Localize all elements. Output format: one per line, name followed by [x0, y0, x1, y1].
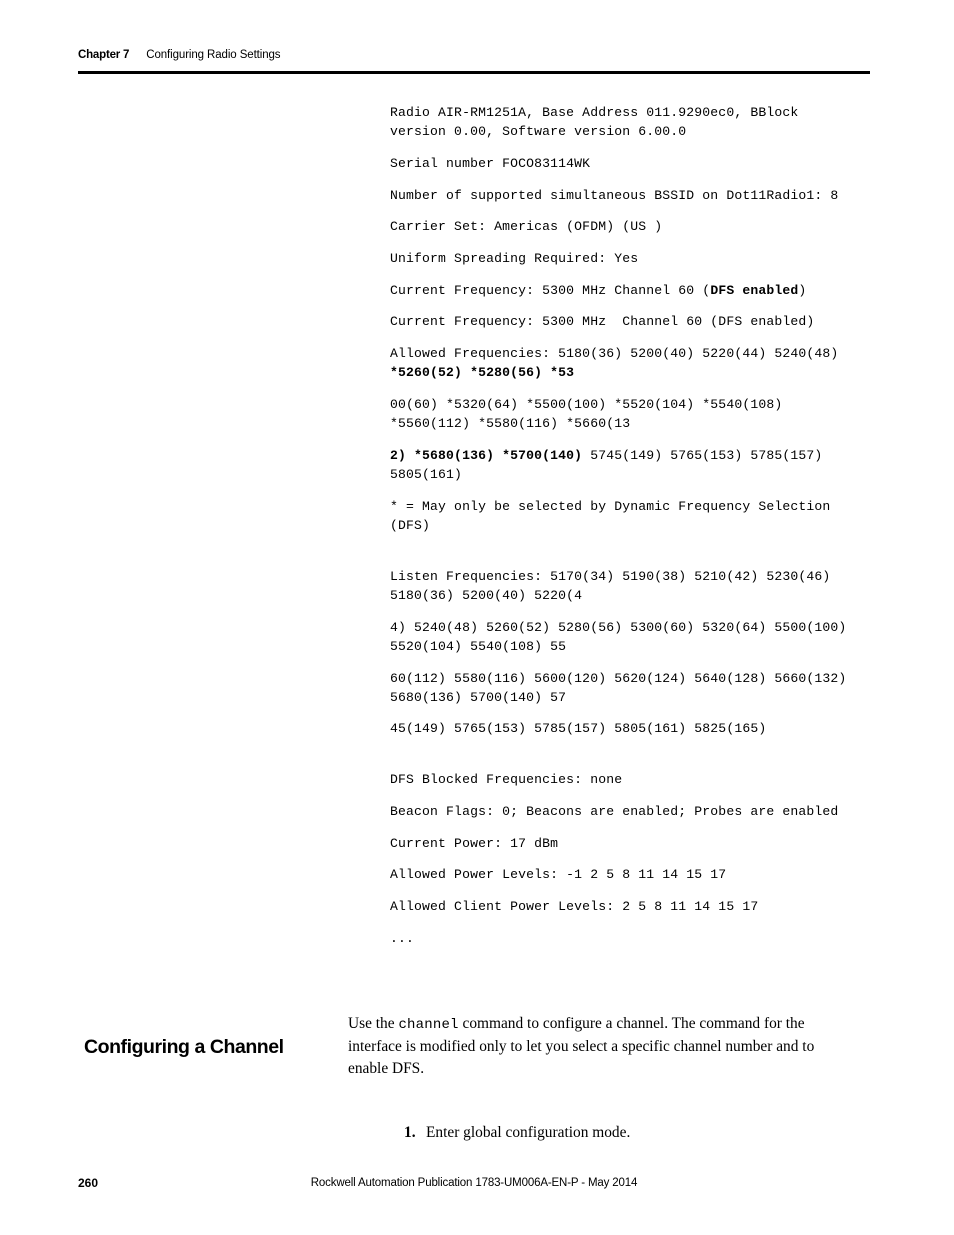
- cli-line-uniform-spreading: Uniform Spreading Required: Yes: [390, 251, 639, 267]
- cli-text-emphasis: 2) *5680(136) *5700(140): [390, 447, 583, 463]
- chapter-label: Chapter 7: [78, 49, 130, 61]
- cli-line-current-frequency: Current Frequency: 5300 MHz Channel 60 (…: [390, 314, 815, 330]
- cli-line-serial-number: Serial number FOCO83114WK: [390, 155, 591, 171]
- cli-line-listen-frequencies-1: Listen Frequencies: 5170(34) 5190(38) 52…: [390, 568, 839, 603]
- cli-line-allowed-client-power-levels: Allowed Client Power Levels: 2 5 8 11 14…: [390, 898, 759, 914]
- footer-page-number: 260: [78, 1176, 99, 1190]
- cli-line-current-frequency-bold: Current Frequency: 5300 MHz Channel 60 (…: [390, 281, 860, 300]
- header-divider-rule: [78, 71, 870, 74]
- cli-line-ellipsis: ...: [390, 930, 415, 946]
- cli-blank-line: [390, 548, 860, 567]
- cli-line-allowed-power-levels: Allowed Power Levels: -1 2 5 8 11 14 15 …: [390, 867, 727, 883]
- cli-line-carrier-set: Carrier Set: Americas (OFDM) (US ): [390, 219, 663, 235]
- cli-line-radio-info: Radio AIR-RM1251A, Base Address 011.9290…: [390, 103, 860, 141]
- cli-line-dfs-blocked: DFS Blocked Frequencies: none: [390, 772, 623, 788]
- cli-text-emphasis: *5260(52) *5280(56) *53: [390, 365, 575, 381]
- footer-publication-text: Rockwell Automation Publication 1783-UM0…: [310, 1177, 638, 1189]
- inline-command-code: channel: [398, 1017, 459, 1033]
- step-text: Enter global configuration mode.: [426, 1124, 631, 1141]
- step-number: 1.: [404, 1124, 416, 1141]
- cli-line-listen-frequencies-3: 60(112) 5580(116) 5600(120) 5620(124) 56…: [390, 670, 855, 705]
- cli-text-emphasis: DFS enabled: [710, 282, 799, 298]
- procedure-step-list: 1. Enter global configuration mode.: [364, 1122, 884, 1144]
- cli-output-block: Radio AIR-RM1251A, Base Address 011.9290…: [390, 103, 860, 960]
- cli-line-allowed-frequencies-1: Allowed Frequencies: 5180(36) 5200(40) 5…: [390, 344, 860, 382]
- document-page: { "header": { "chapter_label": "Chapter …: [0, 0, 954, 1235]
- cli-text: Current Frequency: 5300 MHz Channel 60 (: [390, 282, 711, 298]
- chapter-title: Configuring Radio Settings: [146, 49, 281, 61]
- cli-text: Radio AIR-RM1251A, Base Address 011.9290…: [390, 105, 807, 120]
- paragraph-text: Use the: [348, 1015, 399, 1032]
- cli-line-listen-frequencies-4: 45(149) 5765(153) 5785(157) 5805(161) 58…: [390, 721, 767, 737]
- cli-line-bssid-count: Number of supported simultaneous BSSID o…: [390, 187, 839, 203]
- cli-line-current-power: Current Power: 17 dBm: [390, 835, 559, 851]
- cli-text: Allowed Frequencies: 5180(36) 5200(40) 5…: [390, 346, 847, 362]
- running-header: Chapter 7 Configuring Radio Settings: [78, 48, 870, 62]
- page-footer: Rockwell Automation Publication 1783-UM0…: [78, 1175, 870, 1195]
- section-paragraph: Use the channel command to configure a c…: [348, 1013, 858, 1081]
- cli-line-dfs-legend: * = May only be selected by Dynamic Freq…: [390, 498, 839, 534]
- section-heading: Configuring a Channel: [84, 1036, 284, 1059]
- cli-line-allowed-frequencies-2: 00(60) *5320(64) *5500(100) *5520(104) *…: [390, 397, 791, 432]
- cli-text: ): [798, 282, 807, 298]
- cli-line-listen-frequencies-2: 4) 5240(48) 5260(52) 5280(56) 5300(60) 5…: [390, 619, 855, 654]
- list-item: 1. Enter global configuration mode.: [404, 1122, 884, 1144]
- cli-text: version 0.00, Software version 6.00.0: [390, 124, 687, 140]
- cli-line-beacon-flags: Beacon Flags: 0; Beacons are enabled; Pr…: [390, 803, 839, 819]
- cli-blank-line: [390, 751, 860, 770]
- cli-line-allowed-frequencies-3: 2) *5680(136) *5700(140) 5745(149) 5765(…: [390, 446, 860, 484]
- section-body: Use the channel command to configure a c…: [348, 1013, 858, 1081]
